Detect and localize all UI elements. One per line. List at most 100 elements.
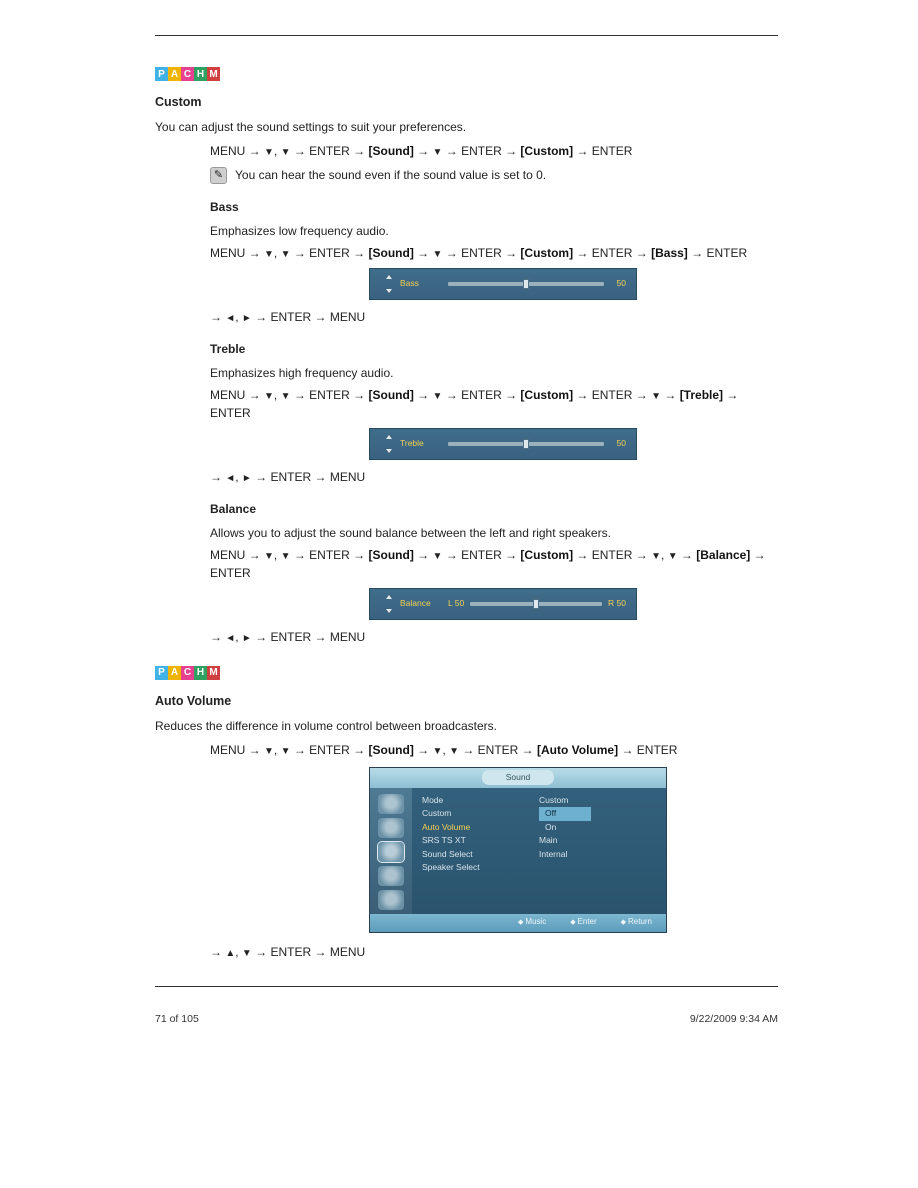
- osd-value: On: [539, 821, 591, 835]
- autovol-title: Auto Volume: [155, 692, 778, 711]
- osd-foot-music[interactable]: Music: [518, 916, 546, 929]
- balance-step1: MENU → ▼, ▼ → ENTER → [Sound] → ▼ → ENTE…: [210, 546, 778, 582]
- slider-thumb[interactable]: [523, 439, 529, 449]
- balance-right-value: R 50: [608, 597, 626, 610]
- custom-step1: MENU → ▼, ▼ → ENTER → [Sound] → ▼ → ENTE…: [210, 142, 778, 160]
- down-arrow-icon: ▼: [281, 391, 291, 402]
- osd-title: Sound: [482, 770, 555, 785]
- balance-left-value: L 50: [448, 597, 464, 610]
- osd-item[interactable]: Speaker Select: [422, 861, 539, 875]
- down-arrow-icon: ▼: [433, 391, 443, 402]
- right-arrow-icon: ►: [242, 473, 252, 484]
- down-arrow-icon: [386, 289, 392, 293]
- osd-tab-icon[interactable]: [378, 818, 404, 838]
- bass-slider-panel: Bass 50: [369, 268, 637, 300]
- up-arrow-icon: [386, 435, 392, 439]
- osd-header: Sound: [370, 768, 666, 788]
- down-arrow-icon: ▼: [281, 147, 291, 158]
- pachm-badge: PACHM: [155, 67, 220, 81]
- balance-slider-panel: Balance L 50 R 50: [369, 588, 637, 620]
- down-arrow-icon: ▼: [264, 746, 274, 757]
- down-arrow-icon: ▼: [264, 249, 274, 260]
- down-arrow-icon: ▼: [433, 249, 443, 260]
- treble-step2: → ◄, ► → ENTER → MENU: [210, 468, 778, 486]
- page-timestamp: 9/22/2009 9:34 AM: [690, 1012, 778, 1028]
- bass-title: Bass: [210, 198, 778, 216]
- bass-step1: MENU → ▼, ▼ → ENTER → [Sound] → ▼ → ENTE…: [210, 244, 778, 262]
- osd-values-col: Custom Off On Main Internal: [539, 794, 656, 906]
- custom-desc: You can adjust the sound settings to sui…: [155, 118, 778, 136]
- osd-value: Internal: [539, 848, 656, 862]
- osd-labels-col: Mode Custom Auto Volume SRS TS XT Sound …: [422, 794, 539, 906]
- treble-step1: MENU → ▼, ▼ → ENTER → [Sound] → ▼ → ENTE…: [210, 386, 778, 422]
- slider-thumb[interactable]: [523, 279, 529, 289]
- autovol-step2: → ▲, ▼ → ENTER → MENU: [210, 943, 778, 961]
- rule-top: [155, 35, 778, 36]
- down-arrow-icon: ▼: [242, 948, 252, 959]
- osd-tab-sound-icon[interactable]: [378, 842, 404, 862]
- balance-desc: Allows you to adjust the sound balance b…: [210, 524, 778, 542]
- treble-slider-panel: Treble 50: [369, 428, 637, 460]
- osd-item[interactable]: Sound Select: [422, 848, 539, 862]
- right-arrow-icon: ►: [242, 633, 252, 644]
- bass-step2: → ◄, ► → ENTER → MENU: [210, 308, 778, 326]
- down-arrow-icon: ▼: [651, 391, 661, 402]
- note-icon: ✎: [210, 167, 227, 184]
- slider-label: Bass: [400, 277, 448, 290]
- osd-foot-return[interactable]: Return: [621, 916, 652, 929]
- down-arrow-icon: ▼: [651, 551, 661, 562]
- autovol-step1: MENU → ▼, ▼ → ENTER → [Sound] → ▼, ▼ → E…: [210, 741, 778, 759]
- rule-bottom: [155, 986, 778, 987]
- down-arrow-icon: ▼: [264, 551, 274, 562]
- left-arrow-icon: ◄: [225, 313, 235, 324]
- osd-tab-icon[interactable]: [378, 866, 404, 886]
- osd-item[interactable]: SRS TS XT: [422, 834, 539, 848]
- treble-title: Treble: [210, 340, 778, 358]
- down-arrow-icon: ▼: [433, 147, 443, 158]
- down-arrow-icon: ▼: [433, 551, 443, 562]
- slider-value: 50: [604, 277, 626, 290]
- pachm-badge: PACHM: [155, 666, 220, 680]
- osd-foot-enter[interactable]: Enter: [570, 916, 596, 929]
- down-arrow-icon: ▼: [264, 147, 274, 158]
- page-footer: 71 of 105 9/22/2009 9:34 AM: [155, 1012, 778, 1028]
- down-arrow-icon: ▼: [264, 391, 274, 402]
- osd-value: Main: [539, 834, 656, 848]
- down-arrow-icon: ▼: [281, 551, 291, 562]
- slider-label: Treble: [400, 437, 448, 450]
- down-arrow-icon: [386, 609, 392, 613]
- osd-value: Custom: [539, 794, 656, 808]
- slider-track[interactable]: [448, 282, 604, 286]
- slider-track[interactable]: [448, 442, 604, 446]
- slider-thumb[interactable]: [533, 599, 539, 609]
- slider-label: Balance: [400, 597, 448, 610]
- osd-tab-icon[interactable]: [378, 890, 404, 910]
- osd-item[interactable]: Custom: [422, 807, 539, 821]
- down-arrow-icon: ▼: [281, 746, 291, 757]
- osd-tab-icon[interactable]: [378, 794, 404, 814]
- osd-footer: Music Enter Return: [370, 914, 666, 932]
- down-arrow-icon: [386, 449, 392, 453]
- custom-title: Custom: [155, 93, 778, 112]
- bass-desc: Emphasizes low frequency audio.: [210, 222, 778, 240]
- balance-title: Balance: [210, 500, 778, 518]
- slider-track[interactable]: [470, 602, 602, 606]
- osd-sidebar: [370, 788, 412, 914]
- custom-note: ✎ You can hear the sound even if the sou…: [210, 166, 778, 184]
- balance-step2: → ◄, ► → ENTER → MENU: [210, 628, 778, 646]
- down-arrow-icon: ▼: [281, 249, 291, 260]
- osd-panel: Sound Mode Custom Auto Volume SRS TS XT: [369, 767, 667, 933]
- left-arrow-icon: ◄: [225, 633, 235, 644]
- osd-value-selected[interactable]: Off: [539, 807, 591, 821]
- osd-item[interactable]: Mode: [422, 794, 539, 808]
- page-counter: 71 of 105: [155, 1012, 199, 1028]
- left-arrow-icon: ◄: [225, 473, 235, 484]
- slider-value: 50: [604, 437, 626, 450]
- treble-desc: Emphasizes high frequency audio.: [210, 364, 778, 382]
- down-arrow-icon: ▼: [433, 746, 443, 757]
- up-arrow-icon: [386, 595, 392, 599]
- up-arrow-icon: ▲: [225, 948, 235, 959]
- up-arrow-icon: [386, 275, 392, 279]
- osd-item-active[interactable]: Auto Volume: [422, 821, 539, 835]
- down-arrow-icon: ▼: [668, 551, 678, 562]
